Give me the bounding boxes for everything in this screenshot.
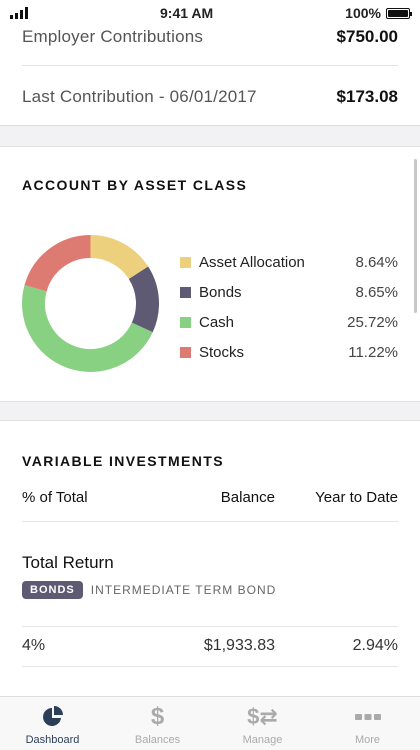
variable-investments-card: VARIABLE INVESTMENTS % of Total Balance … bbox=[0, 420, 420, 696]
tab-more[interactable]: More bbox=[315, 697, 420, 750]
employer-contributions-value: $750.00 bbox=[336, 26, 398, 46]
tab-label: More bbox=[354, 734, 381, 746]
legend-percent: 11.22% bbox=[348, 343, 398, 361]
fund-pct-of-total: 4% bbox=[22, 637, 46, 654]
legend-percent: 8.64% bbox=[355, 253, 398, 271]
asset-class-legend: Asset Allocation 8.64% Bonds 8.65% Cash … bbox=[180, 247, 398, 367]
legend-item: Cash 25.72% bbox=[180, 307, 398, 337]
legend-label: Bonds bbox=[199, 283, 242, 301]
asset-class-donut-chart bbox=[22, 235, 159, 372]
battery-icon bbox=[385, 7, 412, 19]
legend-percent: 8.65% bbox=[355, 283, 398, 301]
status-time: 9:41 AM bbox=[160, 5, 214, 21]
legend-item: Asset Allocation 8.64% bbox=[180, 247, 398, 277]
variable-investments-title: VARIABLE INVESTMENTS bbox=[22, 453, 224, 469]
more-dots-icon bbox=[354, 705, 381, 729]
column-header-balance: Balance bbox=[220, 489, 275, 506]
fund-type-label: INTERMEDIATE TERM BOND bbox=[90, 583, 277, 597]
fund-category-badge: BONDS bbox=[22, 581, 83, 599]
fund-ytd: 2.94% bbox=[352, 637, 398, 654]
tab-label: Manage bbox=[242, 734, 283, 746]
asset-class-title: ACCOUNT BY ASSET CLASS bbox=[22, 177, 248, 193]
last-contribution-label: Last Contribution - 06/01/2017 bbox=[22, 87, 257, 106]
fund-tags: BONDS INTERMEDIATE TERM BOND bbox=[22, 581, 276, 599]
donut-slice-asset-allocation bbox=[89, 235, 149, 280]
tab-dashboard[interactable]: Dashboard bbox=[0, 697, 105, 750]
investments-table-header: % of Total Balance Year to Date bbox=[22, 489, 398, 509]
status-bar: 9:41 AM 100% bbox=[0, 0, 420, 26]
donut-slice-cash bbox=[22, 285, 153, 372]
legend-label: Asset Allocation bbox=[199, 253, 305, 271]
dollar-transfer-icon: $⇄ bbox=[247, 704, 278, 729]
divider bbox=[22, 666, 398, 667]
tab-label: Balances bbox=[134, 734, 181, 746]
tab-bar: Dashboard $ Balances $⇄ Manage More bbox=[0, 696, 420, 750]
pie-chart-icon bbox=[41, 705, 65, 729]
asset-class-card: ACCOUNT BY ASSET CLASS Asset Allocation … bbox=[0, 146, 420, 402]
divider bbox=[22, 521, 398, 522]
battery-percent: 100% bbox=[345, 5, 381, 21]
divider bbox=[22, 626, 398, 627]
scrollbar[interactable] bbox=[414, 159, 417, 313]
legend-label: Stocks bbox=[199, 343, 245, 361]
legend-item: Bonds 8.65% bbox=[180, 277, 398, 307]
tab-label: Dashboard bbox=[25, 734, 80, 746]
column-header-pct: % of Total bbox=[22, 489, 88, 506]
tab-manage[interactable]: $⇄ Manage bbox=[210, 697, 315, 750]
column-header-ytd: Year to Date bbox=[315, 489, 398, 506]
legend-swatch bbox=[180, 346, 191, 358]
signal-icon bbox=[10, 7, 28, 19]
fund-balance: $1,933.83 bbox=[203, 637, 275, 654]
dollar-icon: $ bbox=[150, 703, 165, 730]
legend-swatch bbox=[180, 286, 191, 298]
legend-swatch bbox=[180, 316, 191, 328]
fund-data-row[interactable]: 4% $1,933.83 2.94% bbox=[22, 637, 398, 657]
last-contribution-value: $173.08 bbox=[336, 87, 398, 106]
legend-item: Stocks 11.22% bbox=[180, 337, 398, 367]
employer-contributions-label: Employer Contributions bbox=[22, 26, 204, 46]
donut-slice-stocks bbox=[24, 235, 92, 292]
legend-percent: 25.72% bbox=[347, 313, 398, 331]
legend-swatch bbox=[180, 256, 191, 268]
last-contribution-row: Last Contribution - 06/01/2017 $173.08 bbox=[22, 67, 398, 127]
donut-slice-bonds bbox=[128, 266, 159, 333]
legend-label: Cash bbox=[199, 313, 235, 331]
fund-name[interactable]: Total Return bbox=[22, 553, 114, 573]
tab-balances[interactable]: $ Balances bbox=[105, 697, 210, 750]
